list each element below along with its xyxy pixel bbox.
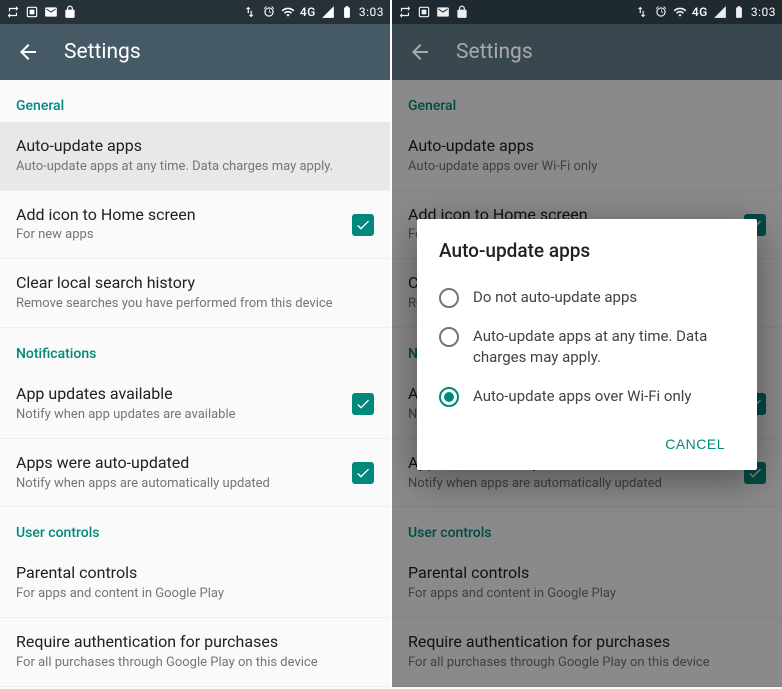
row-require-auth[interactable]: Require authentication for purchases For… — [0, 618, 390, 687]
checkbox-icon[interactable] — [352, 462, 374, 484]
checkbox-icon[interactable] — [352, 393, 374, 415]
row-add-icon[interactable]: Add icon to Home screen For new apps — [0, 191, 390, 260]
dialog-title: Auto-update apps — [439, 239, 735, 262]
clock-label: 3:03 — [359, 5, 384, 19]
row-title: Require authentication for purchases — [16, 632, 374, 653]
row-title: Clear local search history — [16, 273, 374, 294]
checkbox-icon[interactable] — [352, 214, 374, 236]
row-parental[interactable]: Parental controls For apps and content i… — [0, 549, 390, 618]
radio-option-anytime[interactable]: Auto-update apps at any time. Data charg… — [439, 317, 735, 377]
auto-update-dialog: Auto-update apps Do not auto-update apps… — [417, 219, 757, 470]
row-clear-search[interactable]: Clear local search history Remove search… — [0, 259, 390, 328]
dialog-overlay[interactable]: Auto-update apps Do not auto-update apps… — [392, 0, 782, 689]
row-sub: Auto-update apps at any time. Data charg… — [16, 159, 374, 176]
gmail-icon — [44, 5, 58, 19]
radio-icon — [439, 288, 459, 308]
cancel-button[interactable]: CANCEL — [655, 428, 735, 460]
radio-icon — [439, 387, 459, 407]
radio-label: Auto-update apps over Wi-Fi only — [473, 386, 692, 407]
row-auto-update[interactable]: Auto-update apps Auto-update apps at any… — [0, 122, 390, 191]
signal-icon — [321, 5, 335, 19]
settings-list: General Auto-update apps Auto-update app… — [0, 80, 390, 687]
row-sub: Notify when app updates are available — [16, 407, 340, 424]
row-sub: For new apps — [16, 227, 340, 244]
section-notifications: Notifications — [0, 328, 390, 370]
back-icon[interactable] — [16, 40, 40, 64]
page-title: Settings — [64, 40, 141, 64]
lock-icon — [63, 5, 77, 19]
row-updates-available[interactable]: App updates available Notify when app up… — [0, 370, 390, 439]
screen-left: 4G 3:03 Settings General Auto-update app… — [0, 0, 390, 689]
alarm-icon — [262, 5, 276, 19]
row-title: Parental controls — [16, 563, 374, 584]
status-bar: 4G 3:03 — [0, 0, 390, 24]
row-sub: For all purchases through Google Play on… — [16, 655, 374, 672]
row-sub: For apps and content in Google Play — [16, 586, 374, 603]
network-label: 4G — [300, 5, 316, 19]
row-title: Auto-update apps — [16, 136, 374, 157]
radio-label: Do not auto-update apps — [473, 287, 637, 308]
section-general: General — [0, 80, 390, 122]
radio-option-none[interactable]: Do not auto-update apps — [439, 278, 735, 317]
row-title: Apps were auto-updated — [16, 453, 340, 474]
screen-right: 4G 3:03 Settings General Auto-update app… — [392, 0, 782, 689]
retweet-icon — [6, 5, 20, 19]
wifi-icon — [281, 5, 295, 19]
battery-icon — [340, 5, 354, 19]
app-bar: Settings — [0, 24, 390, 80]
updown-icon — [243, 5, 257, 19]
radio-option-wifi[interactable]: Auto-update apps over Wi-Fi only — [439, 377, 735, 416]
row-sub: Notify when apps are automatically updat… — [16, 476, 340, 493]
app-box-icon — [25, 5, 39, 19]
radio-icon — [439, 327, 459, 347]
row-title: Add icon to Home screen — [16, 205, 340, 226]
row-auto-updated[interactable]: Apps were auto-updated Notify when apps … — [0, 439, 390, 508]
radio-label: Auto-update apps at any time. Data charg… — [473, 326, 735, 368]
section-user-controls: User controls — [0, 507, 390, 549]
row-sub: Remove searches you have performed from … — [16, 296, 374, 313]
row-title: App updates available — [16, 384, 340, 405]
